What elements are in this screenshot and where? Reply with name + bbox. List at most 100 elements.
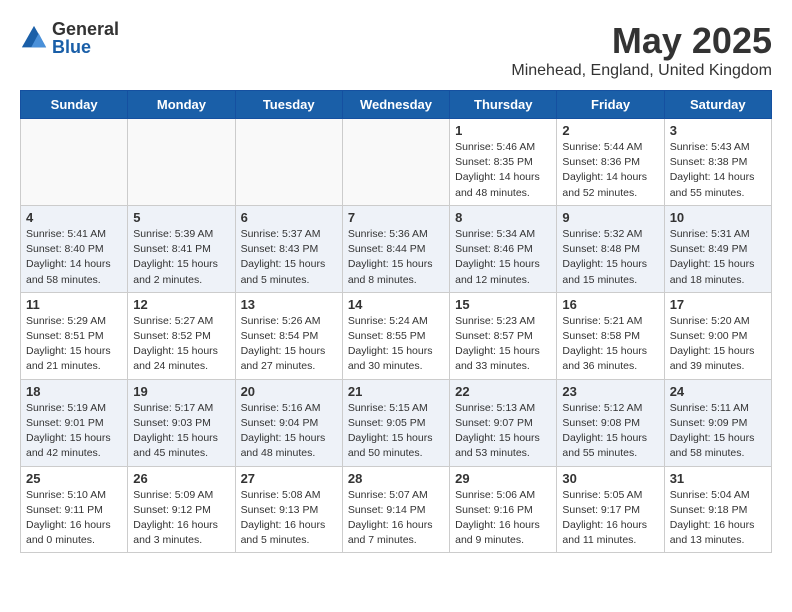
calendar-week-4: 18Sunrise: 5:19 AM Sunset: 9:01 PM Dayli… [21, 379, 772, 466]
logo-icon [20, 24, 48, 52]
day-number: 22 [455, 384, 551, 399]
calendar-cell: 20 Sunrise: 5:16 AM Sunset: 9:04 PM Dayli… [235, 379, 342, 466]
weekday-header-thursday: Thursday [450, 91, 557, 119]
calendar-cell: 27 Sunrise: 5:08 AM Sunset: 9:13 PM Dayli… [235, 466, 342, 553]
day-info: Sunrise: 5:09 AM Sunset: 9:12 PM Dayligh… [133, 488, 229, 549]
calendar-cell: 31 Sunrise: 5:04 AM Sunset: 9:18 PM Dayli… [664, 466, 771, 553]
day-number: 18 [26, 384, 122, 399]
calendar-cell: 24 Sunrise: 5:11 AM Sunset: 9:09 PM Dayli… [664, 379, 771, 466]
day-info: Sunrise: 5:17 AM Sunset: 9:03 PM Dayligh… [133, 401, 229, 462]
day-info: Sunrise: 5:20 AM Sunset: 9:00 PM Dayligh… [670, 314, 766, 375]
day-info: Sunrise: 5:44 AM Sunset: 8:36 PM Dayligh… [562, 140, 658, 201]
calendar-cell: 25 Sunrise: 5:10 AM Sunset: 9:11 PM Dayli… [21, 466, 128, 553]
calendar-cell: 17 Sunrise: 5:20 AM Sunset: 9:00 PM Dayli… [664, 292, 771, 379]
day-number: 11 [26, 297, 122, 312]
calendar-cell: 1 Sunrise: 5:46 AM Sunset: 8:35 PM Daylig… [450, 119, 557, 206]
day-number: 8 [455, 210, 551, 225]
calendar-cell [342, 119, 449, 206]
calendar-cell [21, 119, 128, 206]
day-number: 3 [670, 123, 766, 138]
calendar-cell: 21 Sunrise: 5:15 AM Sunset: 9:05 PM Dayli… [342, 379, 449, 466]
day-info: Sunrise: 5:41 AM Sunset: 8:40 PM Dayligh… [26, 227, 122, 288]
calendar-cell: 8Sunrise: 5:34 AM Sunset: 8:46 PM Daylig… [450, 205, 557, 292]
calendar-cell: 26Sunrise: 5:09 AM Sunset: 9:12 PM Dayli… [128, 466, 235, 553]
calendar-cell: 28Sunrise: 5:07 AM Sunset: 9:14 PM Dayli… [342, 466, 449, 553]
day-info: Sunrise: 5:43 AM Sunset: 8:38 PM Dayligh… [670, 140, 766, 201]
calendar-cell: 7Sunrise: 5:36 AM Sunset: 8:44 PM Daylig… [342, 205, 449, 292]
weekday-header-wednesday: Wednesday [342, 91, 449, 119]
weekday-row: SundayMondayTuesdayWednesdayThursdayFrid… [21, 91, 772, 119]
subtitle: Minehead, England, United Kingdom [511, 62, 772, 80]
day-info: Sunrise: 5:36 AM Sunset: 8:44 PM Dayligh… [348, 227, 444, 288]
day-number: 14 [348, 297, 444, 312]
day-info: Sunrise: 5:31 AM Sunset: 8:49 PM Dayligh… [670, 227, 766, 288]
day-info: Sunrise: 5:15 AM Sunset: 9:05 PM Dayligh… [348, 401, 444, 462]
day-info: Sunrise: 5:13 AM Sunset: 9:07 PM Dayligh… [455, 401, 551, 462]
day-number: 9 [562, 210, 658, 225]
day-info: Sunrise: 5:12 AM Sunset: 9:08 PM Dayligh… [562, 401, 658, 462]
calendar-cell: 13Sunrise: 5:26 AM Sunset: 8:54 PM Dayli… [235, 292, 342, 379]
calendar-cell: 11 Sunrise: 5:29 AM Sunset: 8:51 PM Dayli… [21, 292, 128, 379]
day-number: 30 [562, 471, 658, 486]
calendar-cell: 9Sunrise: 5:32 AM Sunset: 8:48 PM Daylig… [557, 205, 664, 292]
calendar-cell: 4 Sunrise: 5:41 AM Sunset: 8:40 PM Daylig… [21, 205, 128, 292]
logo-text: General Blue [52, 20, 119, 56]
calendar-cell: 15 Sunrise: 5:23 AM Sunset: 8:57 PM Dayli… [450, 292, 557, 379]
calendar-week-5: 25 Sunrise: 5:10 AM Sunset: 9:11 PM Dayli… [21, 466, 772, 553]
page-header: General Blue May 2025 Minehead, England,… [20, 20, 772, 80]
day-info: Sunrise: 5:46 AM Sunset: 8:35 PM Dayligh… [455, 140, 551, 201]
day-info: Sunrise: 5:11 AM Sunset: 9:09 PM Dayligh… [670, 401, 766, 462]
calendar-cell: 10Sunrise: 5:31 AM Sunset: 8:49 PM Dayli… [664, 205, 771, 292]
day-info: Sunrise: 5:37 AM Sunset: 8:43 PM Dayligh… [241, 227, 337, 288]
day-number: 24 [670, 384, 766, 399]
calendar-cell: 3 Sunrise: 5:43 AM Sunset: 8:38 PM Daylig… [664, 119, 771, 206]
day-number: 21 [348, 384, 444, 399]
day-info: Sunrise: 5:08 AM Sunset: 9:13 PM Dayligh… [241, 488, 337, 549]
day-info: Sunrise: 5:05 AM Sunset: 9:17 PM Dayligh… [562, 488, 658, 549]
calendar-week-1: 1 Sunrise: 5:46 AM Sunset: 8:35 PM Daylig… [21, 119, 772, 206]
day-number: 20 [241, 384, 337, 399]
day-number: 16 [562, 297, 658, 312]
day-number: 1 [455, 123, 551, 138]
weekday-header-monday: Monday [128, 91, 235, 119]
calendar-cell [235, 119, 342, 206]
day-number: 13 [241, 297, 337, 312]
day-number: 31 [670, 471, 766, 486]
calendar-cell: 16Sunrise: 5:21 AM Sunset: 8:58 PM Dayli… [557, 292, 664, 379]
day-number: 4 [26, 210, 122, 225]
day-number: 27 [241, 471, 337, 486]
logo-blue-text: Blue [52, 38, 119, 56]
day-info: Sunrise: 5:04 AM Sunset: 9:18 PM Dayligh… [670, 488, 766, 549]
day-info: Sunrise: 5:07 AM Sunset: 9:14 PM Dayligh… [348, 488, 444, 549]
day-number: 25 [26, 471, 122, 486]
day-info: Sunrise: 5:16 AM Sunset: 9:04 PM Dayligh… [241, 401, 337, 462]
day-number: 29 [455, 471, 551, 486]
calendar-cell: 14Sunrise: 5:24 AM Sunset: 8:55 PM Dayli… [342, 292, 449, 379]
calendar-cell: 2 Sunrise: 5:44 AM Sunset: 8:36 PM Daylig… [557, 119, 664, 206]
day-info: Sunrise: 5:27 AM Sunset: 8:52 PM Dayligh… [133, 314, 229, 375]
logo: General Blue [20, 20, 119, 56]
day-number: 17 [670, 297, 766, 312]
calendar-cell: 5 Sunrise: 5:39 AM Sunset: 8:41 PM Daylig… [128, 205, 235, 292]
weekday-header-friday: Friday [557, 91, 664, 119]
day-info: Sunrise: 5:39 AM Sunset: 8:41 PM Dayligh… [133, 227, 229, 288]
day-number: 2 [562, 123, 658, 138]
calendar-week-3: 11 Sunrise: 5:29 AM Sunset: 8:51 PM Dayli… [21, 292, 772, 379]
day-number: 19 [133, 384, 229, 399]
calendar-header: SundayMondayTuesdayWednesdayThursdayFrid… [21, 91, 772, 119]
day-info: Sunrise: 5:06 AM Sunset: 9:16 PM Dayligh… [455, 488, 551, 549]
calendar-cell: 29 Sunrise: 5:06 AM Sunset: 9:16 PM Dayli… [450, 466, 557, 553]
calendar-week-2: 4 Sunrise: 5:41 AM Sunset: 8:40 PM Daylig… [21, 205, 772, 292]
calendar-table: SundayMondayTuesdayWednesdayThursdayFrid… [20, 90, 772, 553]
day-number: 23 [562, 384, 658, 399]
day-number: 5 [133, 210, 229, 225]
day-number: 12 [133, 297, 229, 312]
title-block: May 2025 Minehead, England, United Kingd… [511, 20, 772, 80]
day-number: 15 [455, 297, 551, 312]
calendar-cell [128, 119, 235, 206]
day-info: Sunrise: 5:10 AM Sunset: 9:11 PM Dayligh… [26, 488, 122, 549]
day-info: Sunrise: 5:29 AM Sunset: 8:51 PM Dayligh… [26, 314, 122, 375]
day-info: Sunrise: 5:23 AM Sunset: 8:57 PM Dayligh… [455, 314, 551, 375]
weekday-header-sunday: Sunday [21, 91, 128, 119]
calendar-cell: 23 Sunrise: 5:12 AM Sunset: 9:08 PM Dayli… [557, 379, 664, 466]
